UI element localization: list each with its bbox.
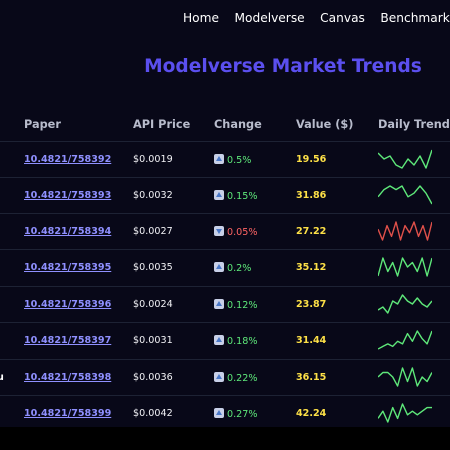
column-header-value: Value ($) [296,118,354,131]
api-price: $0.0031 [133,335,173,346]
paper-link[interactable]: 10.4821/758396 [24,299,111,310]
change-cell: 0.27% [214,408,257,420]
api-price: $0.0036 [133,372,173,383]
change-cell: 0.12% [214,299,257,311]
value-amount: 36.15 [296,372,327,383]
nav-canvas-link[interactable]: Canvas [320,11,365,25]
change-cell: 0.5% [214,154,251,166]
daily-trend-sparkline [378,294,432,314]
change-value: 0.05% [227,227,258,238]
value-amount: 35.12 [296,262,327,273]
footer-band [0,427,450,450]
change-cell: 0.2% [214,262,251,274]
paper-link[interactable]: 10.4821/758399 [24,408,111,419]
change-value: 0.5% [227,155,252,166]
page: Home Modelverse Canvas Benchmark W Model… [0,0,450,450]
change-cell: 0.05% [214,226,257,238]
sparkline-path [378,257,432,277]
daily-trend-sparkline [378,221,432,241]
table-row: 10.4821/758396 $0.0024 0.12% 23.87 [0,286,450,323]
paper-link[interactable]: 10.4821/758395 [24,262,111,273]
change-value: 0.2% [227,263,252,274]
daily-trend-sparkline [378,330,432,350]
up-arrow-icon [214,299,224,309]
page-title: Modelverse Market Trends [144,56,422,77]
paper-link[interactable]: 10.4821/758398 [24,372,111,383]
column-header-api-price: API Price [133,118,191,131]
change-cell: 0.18% [214,335,257,347]
up-arrow-icon [214,190,224,200]
sparkline-path [378,330,432,350]
change-value: 0.15% [227,191,258,202]
nav-benchmark-link[interactable]: Benchmark [380,11,449,25]
paper-link[interactable]: 10.4821/758394 [24,226,111,237]
sparkline-path [378,294,432,314]
api-price: $0.0027 [133,226,173,237]
daily-trend-sparkline [378,149,432,169]
change-value: 0.22% [227,373,258,384]
up-arrow-icon [214,408,224,418]
api-price: $0.0035 [133,262,173,273]
api-price: $0.0024 [133,299,173,310]
table-row: 10.4821/758395 $0.0035 0.2% 35.12 [0,249,450,286]
value-amount: 23.87 [296,299,327,310]
table-row: 10.4821/758397 $0.0031 0.18% 31.44 [0,322,450,359]
value-amount: 31.86 [296,190,327,201]
change-cell: 0.22% [214,372,257,384]
sparkline-path [378,185,432,205]
sparkline-path [378,221,432,241]
table-row: u 10.4821/758398 $0.0036 0.22% 36.15 [0,359,450,396]
paper-link[interactable]: 10.4821/758393 [24,190,111,201]
nav-home-link[interactable]: Home [183,11,219,25]
daily-trend-sparkline [378,257,432,277]
change-value: 0.18% [227,336,258,347]
column-header-change: Change [214,118,262,131]
change-value: 0.12% [227,300,258,311]
up-arrow-icon [214,154,224,164]
up-arrow-icon [214,372,224,382]
paper-link[interactable]: 10.4821/758397 [24,335,111,346]
top-nav: Home Modelverse Canvas Benchmark W [183,11,450,25]
value-amount: 31.44 [296,335,327,346]
api-price: $0.0032 [133,190,173,201]
value-amount: 19.56 [296,154,327,165]
sparkline-path [378,403,432,423]
up-arrow-icon [214,335,224,345]
sparkline-path [378,149,432,169]
value-amount: 27.22 [296,226,327,237]
table-row: 10.4821/758392 $0.0019 0.5% 19.56 [0,141,450,178]
daily-trend-sparkline [378,185,432,205]
api-price: $0.0042 [133,408,173,419]
row-leading-text: u [0,372,4,383]
daily-trend-sparkline [378,367,432,387]
change-cell: 0.15% [214,190,257,202]
sparkline-path [378,367,432,387]
up-arrow-icon [214,262,224,272]
down-arrow-icon [214,226,224,236]
change-value: 0.27% [227,409,258,420]
value-amount: 42.24 [296,408,327,419]
column-header-paper: Paper [24,118,61,131]
column-header-daily-trend: Daily Trend [378,118,450,131]
api-price: $0.0019 [133,154,173,165]
daily-trend-sparkline [378,403,432,423]
table-row: 10.4821/758394 $0.0027 0.05% 27.22 [0,213,450,250]
table-row: 10.4821/758393 $0.0032 0.15% 31.86 [0,177,450,214]
nav-modelverse-link[interactable]: Modelverse [235,11,305,25]
paper-link[interactable]: 10.4821/758392 [24,154,111,165]
